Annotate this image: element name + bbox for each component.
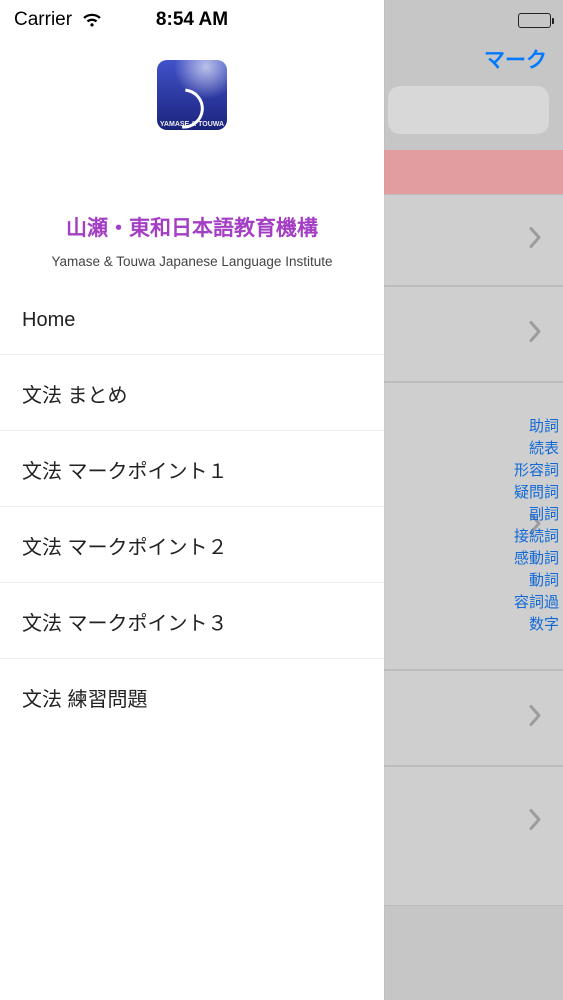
title-japanese: 山瀬・東和日本語教育機構 <box>0 212 384 242</box>
menu-item-markpoint-1[interactable]: 文法 マークポイント１ <box>0 431 384 507</box>
category-tag-list: 助詞 続表 形容詞 疑問詞 副詞 接続詞 感動詞 動詞 容詞過 数字 <box>514 416 559 636</box>
app-logo: YAMASE & TOUWA <box>157 60 227 130</box>
category-tag[interactable]: 感動詞 <box>514 548 559 570</box>
side-drawer: Carrier 8:54 AM YAMASE & TOUWA 山瀬・東和日本語教… <box>0 0 384 1000</box>
menu-item-exercises[interactable]: 文法 練習問題 <box>0 659 384 734</box>
status-bar: Carrier 8:54 AM <box>0 0 384 40</box>
category-tag[interactable]: 容詞過 <box>514 592 559 614</box>
menu-item-grammar-summary[interactable]: 文法 まとめ <box>0 355 384 431</box>
chevron-right-icon <box>529 809 541 836</box>
drawer-menu: Home 文法 まとめ 文法 マークポイント１ 文法 マークポイント２ 文法 マ… <box>0 285 384 1000</box>
nav-right-button[interactable]: マーク <box>484 44 547 74</box>
category-tag[interactable]: 数字 <box>514 614 559 636</box>
chevron-right-icon <box>529 321 541 348</box>
chevron-right-icon <box>529 705 541 732</box>
carrier-label: Carrier <box>14 9 72 31</box>
category-tag[interactable]: 助詞 <box>514 416 559 438</box>
category-tag[interactable]: 副詞 <box>514 504 559 526</box>
menu-item-markpoint-3[interactable]: 文法 マークポイント３ <box>0 583 384 659</box>
chevron-right-icon <box>529 227 541 254</box>
menu-item-home[interactable]: Home <box>0 285 384 355</box>
institute-title: 山瀬・東和日本語教育機構 Yamase & Touwa Japanese Lan… <box>0 212 384 269</box>
clock-label: 8:54 AM <box>156 9 228 31</box>
wifi-icon <box>82 13 102 28</box>
battery-icon <box>518 13 551 28</box>
category-tag[interactable]: 形容詞 <box>514 460 559 482</box>
menu-item-markpoint-2[interactable]: 文法 マークポイント２ <box>0 507 384 583</box>
title-english: Yamase & Touwa Japanese Language Institu… <box>0 254 384 269</box>
category-tag[interactable]: 続表 <box>514 438 559 460</box>
search-field[interactable] <box>388 86 549 134</box>
category-tag[interactable]: 動詞 <box>514 570 559 592</box>
category-tag[interactable]: 疑問詞 <box>514 482 559 504</box>
category-tag[interactable]: 接続詞 <box>514 526 559 548</box>
